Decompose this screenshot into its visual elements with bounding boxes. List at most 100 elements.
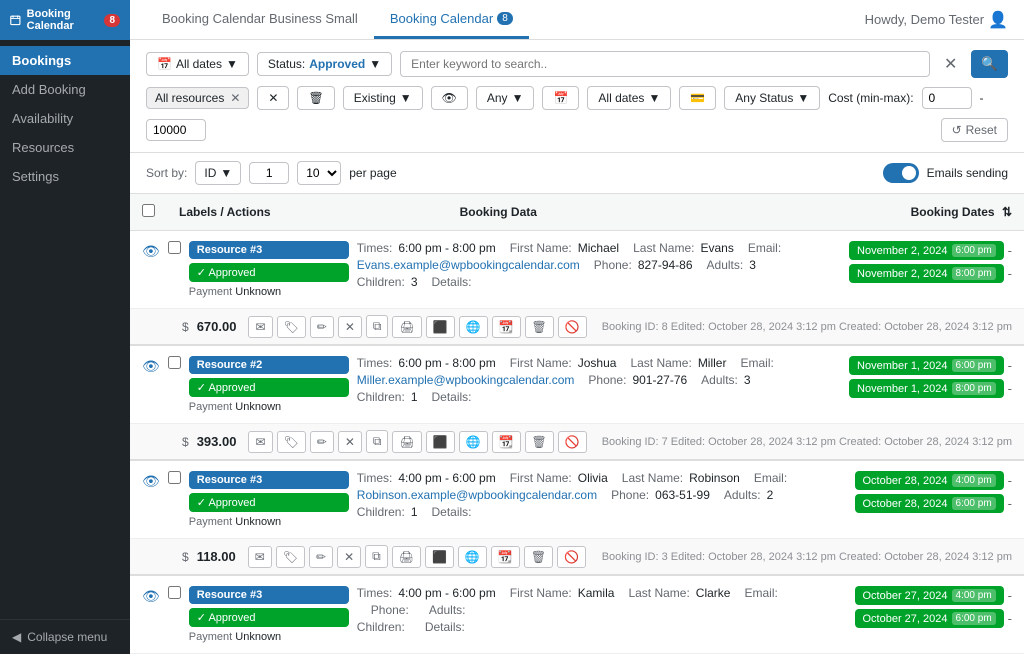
any-filter-button[interactable]: Any ▼ [476,86,535,110]
cost-icon-button[interactable]: 💳 [679,86,716,110]
delete-action-btn-8[interactable]: ✕ [338,316,362,338]
emails-sending-label: Emails sending [927,166,1008,180]
booking-checkbox-8[interactable] [168,241,181,254]
globe-action-btn-8[interactable]: 🌐 [459,316,488,338]
tab-booking-calendar-label: Booking Calendar [390,11,493,26]
edit-action-btn-8[interactable]: ✏ [310,316,334,338]
clear-filters-button[interactable]: ✕ [257,86,289,110]
ban-action-btn-8[interactable]: 🚫 [558,316,587,338]
edit-action-btn-3[interactable]: ✏ [309,546,333,568]
times-value-3: 4:00 pm - 6:00 pm [398,471,495,485]
cost-max-input[interactable] [146,119,206,141]
date-badge: October 27, 2024 4:00 pm [855,586,1004,605]
delete-action-btn-7[interactable]: ✕ [338,431,362,453]
page-number-input[interactable] [249,162,289,184]
booking-meta-7: Booking ID: 7 Edited: October 28, 2024 3… [602,436,1012,448]
all-dates-filter-button[interactable]: All dates ▼ [587,86,671,110]
globe-action-btn-3[interactable]: 🌐 [458,546,487,568]
sidebar-item-add-booking[interactable]: Add Booking [0,75,130,104]
tag-action-btn-8[interactable]: 🏷 [277,316,306,338]
booking-data-row3-2: Children: Details: [357,620,804,634]
print-action-btn-7[interactable]: 🖨 [392,431,421,453]
edit-action-btn-7[interactable]: ✏ [310,431,334,453]
date-filter-button[interactable]: 📅 All dates ▼ [146,52,249,76]
block-action-btn-8[interactable]: ⬛ [426,316,455,338]
resources-tag-remove[interactable]: ✕ [230,91,240,105]
booking-eye-8[interactable]: 👁 [142,241,160,260]
delete-filter-button[interactable]: 🗑 [297,86,334,110]
select-all-checkbox[interactable] [142,204,155,217]
search-clear-button[interactable]: ✕ [938,52,963,76]
ban-action-btn-7[interactable]: 🚫 [558,431,587,453]
time-badge: 6:00 pm [952,359,996,372]
any-status-filter-button[interactable]: Any Status ▼ [724,86,820,110]
per-page-label: per page [349,166,396,180]
booking-dates-3: October 28, 2024 4:00 pm - October 28, 2… [812,471,1012,513]
price-value-7: 393.00 [197,434,237,449]
sidebar-logo[interactable]: Booking Calendar 8 [0,0,130,40]
tag-action-btn-7[interactable]: 🏷 [277,431,306,453]
copy-action-btn-3[interactable]: ⧉ [365,545,388,568]
cost-icon: 💳 [690,91,705,105]
email-action-btn-7[interactable]: ✉ [248,431,272,453]
status-filter-text-label: Status: [268,57,305,71]
sidebar-item-bookings[interactable]: Bookings [0,46,130,75]
lname-label-7: Last Name: [630,356,691,370]
resource-badge-3[interactable]: Resource #3 [189,471,349,489]
date2-filter-button[interactable]: 📅 [542,86,579,110]
keyword-search-input[interactable] [400,51,930,77]
booking-checkbox-2[interactable] [168,586,181,599]
copy-action-btn-8[interactable]: ⧉ [366,315,389,338]
resource-badge-7[interactable]: Resource #2 [189,356,349,374]
per-page-select[interactable]: 10 25 50 [297,161,341,185]
resource-badge-2[interactable]: Resource #3 [189,586,349,604]
print-action-btn-3[interactable]: 🖨 [392,546,421,568]
cal-action-btn-8[interactable]: 📆 [492,316,521,338]
date-row: October 27, 2024 6:00 pm - [855,609,1013,628]
collapse-menu-button[interactable]: ◀ Collapse menu [0,619,130,654]
search-submit-button[interactable]: 🔍 [971,50,1008,78]
email-action-btn-8[interactable]: ✉ [248,316,272,338]
existing-filter-button[interactable]: Existing ▼ [343,86,423,110]
sidebar-item-resources[interactable]: Resources [0,133,130,162]
lname-label-2: Last Name: [628,586,689,600]
sidebar-item-availability[interactable]: Availability [0,104,130,133]
status-filter-button[interactable]: Status: Approved ▼ [257,52,392,76]
all-dates-label: All dates [598,91,644,105]
ban-action-btn-3[interactable]: 🚫 [557,546,586,568]
cal-action-btn-7[interactable]: 📆 [492,431,521,453]
price-dollar-3: $ [182,550,189,564]
sort-select[interactable]: ID ▼ [195,161,241,185]
trash-action-btn-7[interactable]: 🗑 [525,431,554,453]
time-badge: 6:00 pm [952,497,996,510]
delete-action-btn-3[interactable]: ✕ [337,546,361,568]
copy-action-btn-7[interactable]: ⧉ [366,430,389,453]
booking-eye-2[interactable]: 👁 [142,586,160,605]
print-action-btn-8[interactable]: 🖨 [392,316,421,338]
tab-booking-calendar[interactable]: Booking Calendar 8 [374,0,529,39]
block-action-btn-3[interactable]: ⬛ [425,546,454,568]
resources-tag-label: All resources [155,91,224,105]
booking-data-row3-3: Children: 1 Details: [357,505,804,519]
tag-action-btn-3[interactable]: 🏷 [276,546,305,568]
booking-dates-2: October 27, 2024 4:00 pm - October 27, 2… [812,586,1012,628]
date-badge: November 1, 2024 8:00 pm [849,379,1004,398]
booking-checkbox-3[interactable] [168,471,181,484]
email-action-btn-3[interactable]: ✉ [248,546,272,568]
visibility-filter-button[interactable]: 👁 [431,86,468,110]
cost-min-input[interactable] [922,87,972,109]
booking-labels-2: Resource #3 ✓ Approved Payment Unknown [189,586,349,643]
booking-eye-3[interactable]: 👁 [142,471,160,490]
globe-action-btn-7[interactable]: 🌐 [459,431,488,453]
booking-eye-7[interactable]: 👁 [142,356,160,375]
trash-action-btn-8[interactable]: 🗑 [525,316,554,338]
block-action-btn-7[interactable]: ⬛ [426,431,455,453]
sort-dates-icon[interactable]: ⇅ [1002,205,1012,219]
booking-checkbox-7[interactable] [168,356,181,369]
sidebar-item-settings[interactable]: Settings [0,162,130,191]
cal-action-btn-3[interactable]: 📆 [491,546,520,568]
reset-filters-button[interactable]: ↺ Reset [941,118,1008,142]
resource-badge-8[interactable]: Resource #3 [189,241,349,259]
emails-sending-toggle[interactable] [883,163,919,183]
trash-action-btn-3[interactable]: 🗑 [524,546,553,568]
